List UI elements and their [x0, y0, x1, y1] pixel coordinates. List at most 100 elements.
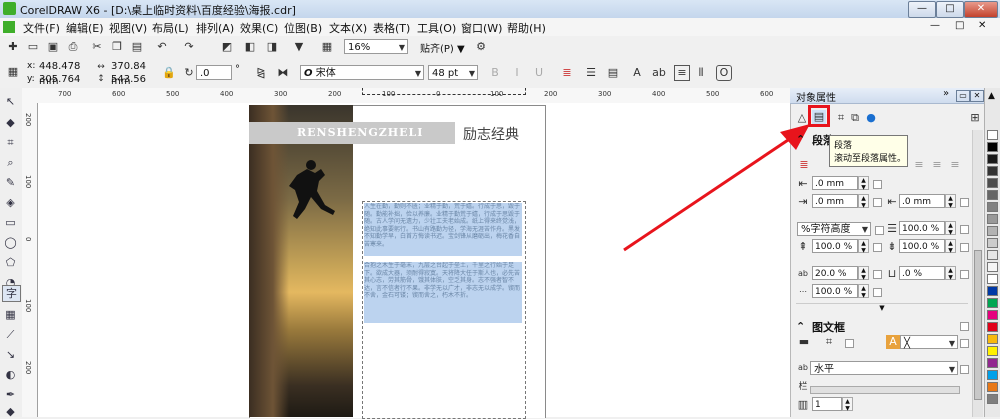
- import-icon[interactable]: ◩: [220, 40, 234, 54]
- poster-subtitle[interactable]: 励志经典: [463, 124, 519, 144]
- selected-paragraph-1[interactable]: 人生在勤，勤则不匮；业精于勤，荒于嬉。行成于思，毁于随。勤能补拙，俭以养廉。业精…: [364, 203, 522, 256]
- smart-fill-icon[interactable]: ◈: [3, 195, 18, 210]
- checkbox[interactable]: [845, 339, 854, 348]
- mirror-vertical-icon[interactable]: ⧓: [276, 66, 290, 80]
- pick-tool-icon[interactable]: ↖: [3, 94, 18, 109]
- menu-text[interactable]: 文本(X): [329, 20, 367, 36]
- welcome-screen-icon[interactable]: ▦: [320, 40, 334, 54]
- spin-arrows-icon[interactable]: ▲ ▼: [858, 176, 869, 191]
- bold-icon[interactable]: B: [488, 66, 502, 80]
- vertical-text-icon[interactable]: ⦀: [694, 66, 708, 80]
- cut-icon[interactable]: ✂: [90, 40, 104, 54]
- frame-section-arrow[interactable]: ⌃: [796, 320, 805, 333]
- selected-paragraph-2[interactable]: 合抱之木生于毫末，九层之台起于垒土，千里之行始于足下。欲成大器，须耐得寂寞。天将…: [364, 262, 522, 323]
- color-swatch[interactable]: [987, 130, 998, 140]
- freehand-tool-icon[interactable]: ✎: [3, 175, 18, 190]
- text-direction-select[interactable]: 水平 ▼: [810, 361, 958, 375]
- horizontal-ruler[interactable]: 700 600 500 400 300 200 100 0 100 200 30…: [22, 88, 790, 104]
- font-size-select[interactable]: 48 pt ▼: [428, 65, 478, 80]
- color-swatch[interactable]: [987, 370, 998, 380]
- spin-arrows-icon[interactable]: ▲ ▼: [858, 266, 869, 281]
- copy-icon[interactable]: ❐: [110, 40, 124, 54]
- export-alt-icon[interactable]: ◨: [265, 40, 279, 54]
- color-swatch[interactable]: [987, 274, 998, 284]
- color-swatch[interactable]: [987, 166, 998, 176]
- docker-scroll-thumb[interactable]: [974, 250, 982, 400]
- text-color-icon[interactable]: A: [886, 335, 900, 349]
- doc-minimize-button[interactable]: —: [930, 20, 940, 31]
- menu-help[interactable]: 帮助(H): [507, 20, 546, 36]
- menu-file[interactable]: 文件(F): [23, 20, 60, 36]
- spin-arrows-icon[interactable]: ▲ ▼: [945, 194, 956, 209]
- maximize-button[interactable]: □: [936, 1, 964, 18]
- collapse-docker-icon[interactable]: »: [943, 88, 949, 99]
- eyedropper-tool-icon[interactable]: ✒: [3, 387, 18, 402]
- bullet-list-icon[interactable]: ☰: [584, 66, 598, 80]
- menu-arrange[interactable]: 排列(A): [196, 20, 234, 36]
- close-button[interactable]: ✕: [964, 1, 998, 18]
- checkbox[interactable]: [960, 339, 969, 348]
- column-count-field[interactable]: 1: [812, 397, 842, 411]
- crop-tool-icon[interactable]: ⌗: [3, 135, 18, 150]
- menu-edit[interactable]: 编辑(E): [66, 20, 104, 36]
- horizontal-text-icon[interactable]: ≡: [674, 65, 690, 81]
- italic-icon[interactable]: I: [510, 66, 524, 80]
- color-swatch[interactable]: [987, 154, 998, 164]
- spin-arrows-icon[interactable]: ▲ ▼: [945, 239, 956, 254]
- paste-icon[interactable]: ▤: [130, 40, 144, 54]
- checkbox[interactable]: [875, 226, 884, 235]
- edit-text-icon[interactable]: ab: [652, 66, 666, 80]
- checkbox[interactable]: [960, 198, 969, 207]
- checkbox[interactable]: [873, 270, 882, 279]
- background-fill-icon[interactable]: ▬: [797, 335, 811, 349]
- color-swatch[interactable]: [987, 310, 998, 320]
- checkbox[interactable]: [873, 288, 882, 297]
- columns-tab-icon[interactable]: ⧉: [848, 111, 862, 125]
- color-swatch[interactable]: [987, 346, 998, 356]
- spin-arrows-icon[interactable]: ▲ ▼: [842, 397, 853, 412]
- doc-close-button[interactable]: ✕: [978, 20, 986, 31]
- open-icon[interactable]: ▭: [26, 40, 40, 54]
- zoom-tool-icon[interactable]: ⌕: [3, 155, 18, 170]
- underline-icon[interactable]: U: [532, 66, 546, 80]
- menu-window[interactable]: 窗口(W): [461, 20, 502, 36]
- columns-slider[interactable]: [810, 386, 960, 394]
- interactive-opentype-icon[interactable]: O: [716, 65, 732, 81]
- color-swatch[interactable]: [987, 334, 998, 344]
- checkbox[interactable]: [873, 198, 882, 207]
- align-right-icon[interactable]: ≡: [930, 158, 944, 172]
- char-spacing-field[interactable]: 20.0 %: [812, 266, 858, 280]
- height-field[interactable]: 543.56 mm: [108, 72, 158, 100]
- docker-options-icon[interactable]: ⊞: [968, 111, 982, 125]
- color-swatch[interactable]: [987, 298, 998, 308]
- options-icon[interactable]: ⚙: [474, 40, 488, 54]
- spin-arrows-icon[interactable]: ▲ ▼: [945, 221, 956, 236]
- undo-icon[interactable]: ↶: [155, 40, 169, 54]
- color-swatch[interactable]: [987, 202, 998, 212]
- doc-restore-button[interactable]: □: [955, 20, 964, 31]
- polygon-tool-icon[interactable]: ⬠: [3, 255, 18, 270]
- fill-color-select[interactable]: ╳ ▼: [900, 335, 958, 349]
- docker-close-icon[interactable]: ✕: [970, 90, 984, 102]
- language-spacing-field[interactable]: 100.0 %: [812, 284, 858, 298]
- color-swatch[interactable]: [987, 226, 998, 236]
- color-swatch[interactable]: [987, 214, 998, 224]
- paragraph-section-arrow[interactable]: ⌃: [796, 133, 805, 146]
- menu-table[interactable]: 表格(T): [373, 20, 410, 36]
- mirror-horizontal-icon[interactable]: ⧎: [254, 66, 268, 80]
- zoom-level-select[interactable]: 16% ▼: [344, 39, 408, 54]
- checkbox[interactable]: [960, 322, 969, 331]
- spin-arrows-icon[interactable]: ▲ ▼: [858, 239, 869, 254]
- frame-fit-icon[interactable]: ⌗: [822, 335, 836, 349]
- color-swatch[interactable]: [987, 394, 998, 404]
- menu-view[interactable]: 视图(V): [109, 20, 147, 36]
- align-center-icon[interactable]: ≡: [912, 158, 926, 172]
- font-list-select[interactable]: O 宋体 ▼: [300, 65, 424, 80]
- docker-minimize-icon[interactable]: ▭: [956, 90, 970, 102]
- color-swatch[interactable]: [987, 382, 998, 392]
- docker-scrollbar[interactable]: [972, 130, 983, 417]
- menu-tools[interactable]: 工具(O): [417, 20, 456, 36]
- color-swatch[interactable]: [987, 286, 998, 296]
- checkbox[interactable]: [873, 180, 882, 189]
- ellipse-tool-icon[interactable]: ◯: [3, 235, 18, 250]
